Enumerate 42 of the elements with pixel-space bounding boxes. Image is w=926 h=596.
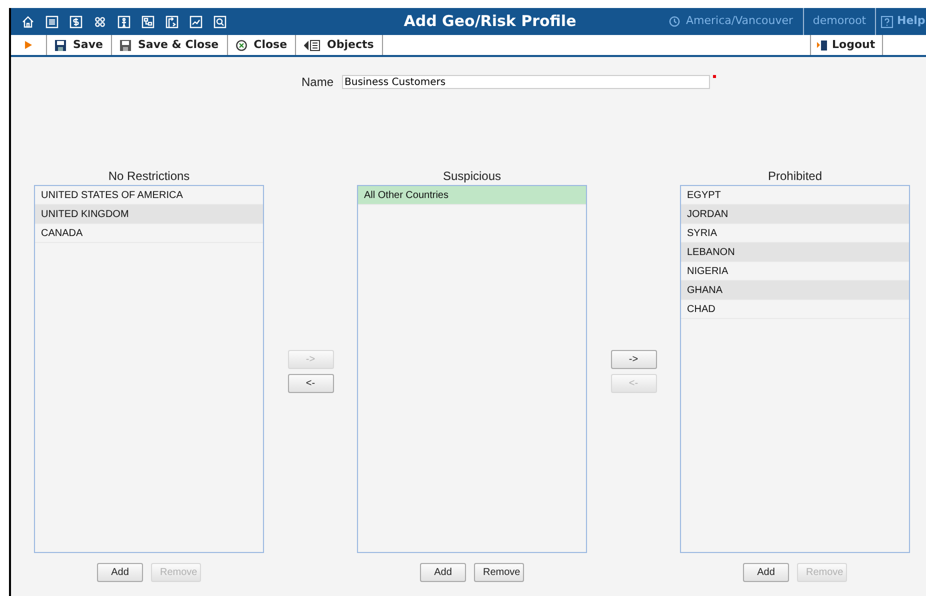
clock-icon — [668, 16, 680, 27]
list-item[interactable]: UNITED KINGDOM — [35, 205, 263, 224]
objects-icon — [304, 40, 320, 50]
floppy-icon — [55, 40, 66, 50]
search-icon[interactable] — [213, 14, 227, 28]
grid-icon[interactable] — [93, 14, 107, 28]
add-button[interactable]: Add — [420, 563, 466, 582]
list-item[interactable]: JORDAN — [681, 205, 909, 224]
list-item[interactable]: LEBANON — [681, 243, 909, 262]
column-heading: Suspicious — [442, 168, 502, 183]
dollar-icon[interactable] — [69, 14, 83, 28]
person-icon[interactable] — [117, 14, 131, 28]
list-item[interactable]: GHANA — [681, 281, 909, 300]
list-item[interactable]: All Other Countries — [358, 186, 586, 205]
add-button[interactable]: Add — [743, 563, 789, 582]
window-title: Add Geo/Risk Profile — [402, 11, 578, 32]
objects-button[interactable]: Objects — [296, 35, 383, 55]
add-button[interactable]: Add — [97, 563, 143, 582]
name-field[interactable]: Business Customers — [342, 75, 710, 89]
floppy-icon — [120, 40, 131, 50]
door-icon — [817, 40, 828, 50]
save-close-button[interactable]: Save & Close — [112, 35, 228, 55]
column-heading: Prohibited — [768, 168, 822, 183]
home-icon[interactable] — [21, 14, 35, 28]
logout-button[interactable]: Logout — [810, 35, 883, 55]
route-icon[interactable] — [165, 14, 179, 28]
list-icon[interactable] — [45, 14, 59, 28]
tree-icon[interactable] — [141, 14, 155, 28]
column-heading: No Restrictions — [108, 168, 190, 183]
save-button[interactable]: Save — [47, 35, 112, 55]
move-right-button[interactable]: -> — [610, 350, 656, 369]
remove-button[interactable]: Remove — [474, 563, 524, 582]
play-icon[interactable] — [25, 41, 32, 49]
close-icon — [236, 40, 247, 50]
help-icon — [881, 16, 893, 28]
chart-icon[interactable] — [189, 14, 203, 28]
user-link[interactable]: demoroot — [812, 13, 866, 30]
timezone-link[interactable]: America/Vancouver — [686, 13, 793, 30]
help-link[interactable]: Help — [897, 13, 926, 30]
name-label: Name — [301, 74, 334, 91]
move-left-button[interactable]: <- — [288, 374, 334, 393]
close-button[interactable]: Close — [228, 35, 296, 55]
